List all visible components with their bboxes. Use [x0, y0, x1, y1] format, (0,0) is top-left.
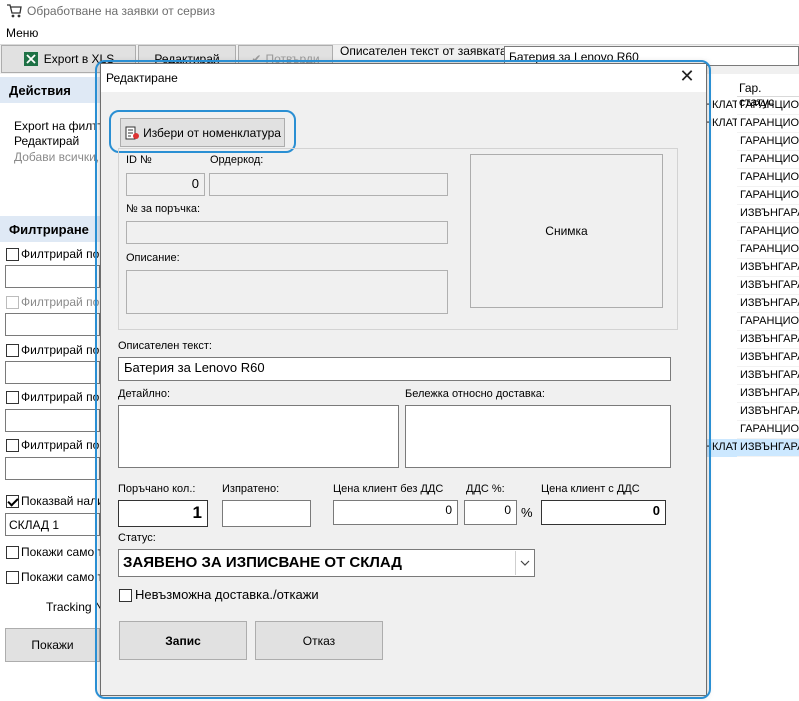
filter-input-5[interactable]	[5, 457, 100, 480]
table-cell-warranty-status[interactable]: ГАРАНЦИОН	[737, 421, 799, 439]
filter-checkbox-4[interactable]	[6, 391, 19, 404]
table-cell-warranty-status[interactable]: ИЗВЪНГАРА	[737, 439, 799, 457]
table-cell-warranty-status[interactable]: ГАРАНЦИОН	[737, 97, 799, 115]
table-cell-warranty-status[interactable]: ИЗВЪНГАРА	[737, 385, 799, 403]
table-cell-warranty-status[interactable]: ГАРАНЦИОН	[737, 151, 799, 169]
show-stock-label: Показвай нали	[21, 494, 104, 508]
table-cell-warranty-status[interactable]: ИЗВЪНГАРА	[737, 367, 799, 385]
filter-input-4[interactable]	[5, 409, 100, 432]
action-export-filtered[interactable]: Export на филтъ	[14, 119, 105, 133]
table-cell-warranty-status[interactable]: ИЗВЪНГАРА	[737, 349, 799, 367]
show-stock-checkbox[interactable]	[6, 495, 19, 508]
filter-checkbox-5[interactable]	[6, 439, 19, 452]
show-button-label: Покажи	[31, 638, 74, 652]
filter-header: Филтриране	[0, 216, 100, 242]
table-cell-warranty-status[interactable]: ИЗВЪНГАРА	[737, 205, 799, 223]
cart-icon	[6, 3, 22, 19]
dialog-highlight	[95, 60, 711, 699]
filter-checkbox-2[interactable]	[6, 296, 19, 309]
filter-checkbox-1[interactable]	[6, 248, 19, 261]
table-cell-warranty-status[interactable]: ГАРАНЦИОН	[737, 115, 799, 133]
show-button[interactable]: Покажи	[5, 628, 100, 662]
request-desc-label: Описателен текст от заявката:	[340, 44, 511, 58]
only-1-checkbox[interactable]	[6, 546, 19, 559]
actions-header: Действия	[0, 77, 100, 103]
table-cell-warranty-status[interactable]: ИЗВЪНГАРА	[737, 295, 799, 313]
window-title: Обработване на заявки от сервиз	[27, 4, 216, 18]
action-add-all[interactable]: Добави всички, з	[14, 150, 108, 164]
menu-item-main[interactable]: Меню	[6, 26, 38, 40]
table-cell-warranty-status[interactable]: ИЗВЪНГАРА	[737, 331, 799, 349]
filter-checkbox-3[interactable]	[6, 344, 19, 357]
table-cell-warranty-status[interactable]: ИЗВЪНГАРА	[737, 403, 799, 421]
grid-header-warranty-status[interactable]: Гар. статус	[737, 79, 799, 109]
table-cell-warranty-status[interactable]: ГАРАНЦИОН	[737, 241, 799, 259]
filter-input-2[interactable]	[5, 313, 100, 336]
table-cell-warranty-status[interactable]: ГАРАНЦИОН	[737, 187, 799, 205]
table-cell-warranty-status[interactable]: ИЗВЪНГАРА	[737, 259, 799, 277]
excel-icon	[23, 51, 39, 67]
table-cell-warranty-status[interactable]: ГАРАНЦИОН	[737, 223, 799, 241]
table-cell-warranty-status[interactable]: ИЗВЪНГАРА	[737, 277, 799, 295]
table-cell-warranty-status[interactable]: ГАРАНЦИОН	[737, 313, 799, 331]
stock-select[interactable]: СКЛАД 1	[5, 513, 100, 536]
action-edit[interactable]: Редактирай	[14, 134, 79, 148]
filter-input-3[interactable]	[5, 361, 100, 384]
table-cell-warranty-status[interactable]: ГАРАНЦИОН	[737, 169, 799, 187]
only-2-checkbox[interactable]	[6, 571, 19, 584]
table-cell-warranty-status[interactable]: ГАРАНЦИОН	[737, 133, 799, 151]
filter-input-1[interactable]	[5, 265, 100, 288]
